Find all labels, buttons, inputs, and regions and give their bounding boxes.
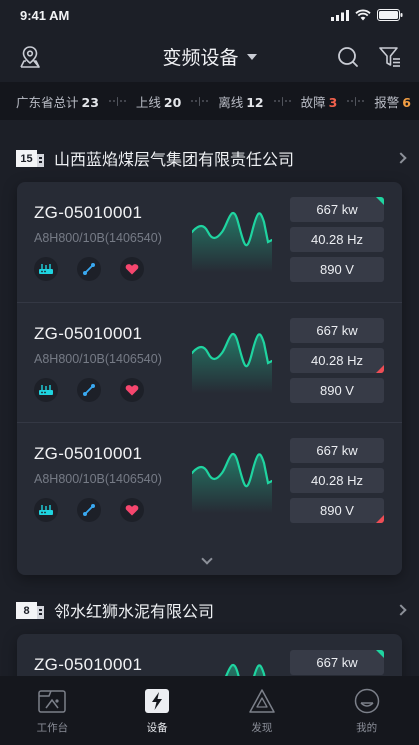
status-indicators [331, 9, 403, 21]
tab-profile[interactable]: 我的 [314, 676, 419, 745]
chevron-right-icon[interactable] [395, 604, 407, 616]
device-id: ZG-05010001 [34, 324, 143, 343]
power-readout: 667 kw [290, 318, 384, 343]
company-badge: 8 [16, 600, 44, 620]
summary-alarm[interactable]: 报警 6 [374, 92, 411, 111]
frequency-readout: 40.28 Hz [290, 227, 384, 252]
heart-icon [120, 378, 144, 402]
search-icon[interactable] [335, 44, 361, 70]
tab-workbench[interactable]: 工作台 [0, 676, 105, 745]
heart-icon [120, 498, 144, 522]
company-name: 山西蓝焰煤层气集团有限责任公司 [54, 150, 295, 169]
company-header[interactable]: 8 邻水红狮水泥有限公司 [0, 592, 419, 628]
page-title: 变频设备 [162, 46, 239, 69]
tab-profile-label: 我的 [356, 722, 378, 734]
discover-icon [249, 689, 275, 713]
summary-fault[interactable]: 故障 3 [301, 92, 338, 111]
waveform-chart [192, 212, 272, 272]
device-model: A8H800/10B(1406540) [34, 231, 162, 245]
tab-discover-label: 发现 [251, 722, 273, 734]
summary-separator [347, 96, 365, 106]
summary-online[interactable]: 上线 20 [136, 92, 181, 111]
heart-icon [120, 257, 144, 281]
status-bar: 9:41 AM [0, 0, 419, 30]
summary-online-count: 20 [163, 94, 182, 110]
summary-bar: 广东省总计 23 上线 20 离线 12 故障 3 报警 6 [0, 82, 419, 120]
wifi-icon [355, 9, 371, 21]
summary-separator [273, 96, 291, 106]
building-icon [37, 154, 44, 167]
chevron-right-icon[interactable] [395, 152, 407, 164]
voltage-readout: 890 V [290, 257, 384, 282]
voltage-readout: 890 V [290, 498, 384, 523]
summary-alarm-count: 6 [402, 94, 411, 110]
device-model: A8H800/10B(1406540) [34, 472, 162, 486]
summary-total[interactable]: 广东省总计 23 [16, 92, 99, 111]
link-icon [77, 378, 101, 402]
company-device-count: 15 [16, 150, 37, 167]
filter-icon[interactable] [377, 44, 403, 70]
company-device-count: 8 [16, 602, 37, 619]
tab-workbench-label: 工作台 [36, 722, 69, 734]
summary-separator [191, 96, 209, 106]
link-icon [77, 498, 101, 522]
voltage-readout: 890 V [290, 378, 384, 403]
workbench-icon [38, 690, 67, 713]
frequency-readout: 40.28 Hz [290, 468, 384, 493]
device-card: ZG-05010001 A8H800/10B(1406540) 667 kw 4… [17, 182, 402, 575]
location-icon[interactable] [17, 44, 43, 70]
frequency-readout: 40.28 Hz [290, 348, 384, 373]
router-icon [34, 498, 58, 522]
summary-separator [108, 96, 126, 106]
device-status-icons [34, 378, 144, 402]
status-flag-green [376, 650, 384, 658]
device-model: A8H800/10B(1406540) [34, 352, 162, 366]
status-flag-red [376, 515, 384, 523]
nav-bar: 变频设备 [0, 30, 419, 82]
company-badge: 15 [16, 148, 44, 168]
summary-offline[interactable]: 离线 12 [218, 92, 263, 111]
status-flag-red [376, 365, 384, 373]
power-readout: 667 kw [290, 650, 384, 675]
device-icon [145, 689, 170, 713]
battery-icon [377, 9, 403, 21]
summary-total-count: 23 [81, 94, 99, 110]
power-readout: 667 kw [290, 438, 384, 463]
power-readout: 667 kw [290, 197, 384, 222]
device-status-icons [34, 498, 144, 522]
router-icon [34, 378, 58, 402]
signal-icon [331, 9, 349, 21]
device-row[interactable]: ZG-05010001 A8H800/10B(1406540) 667 kw 4… [17, 302, 402, 422]
status-time: 9:41 AM [20, 7, 70, 23]
waveform-chart [192, 333, 272, 393]
company-name: 邻水红狮水泥有限公司 [54, 602, 215, 621]
bottom-tab-bar: 工作台 设备 发现 我的 [0, 676, 419, 745]
summary-offline-count: 12 [246, 94, 264, 110]
profile-icon [354, 688, 379, 714]
link-icon [77, 257, 101, 281]
device-row[interactable]: ZG-05010001 A8H800/10B(1406540) 667 kw 4… [17, 422, 402, 542]
device-id: ZG-05010001 [34, 655, 143, 674]
status-flag-green [376, 197, 384, 205]
tab-discover[interactable]: 发现 [210, 676, 315, 745]
caret-down-icon [246, 54, 257, 60]
device-row[interactable]: ZG-05010001 A8H800/10B(1406540) 667 kw 4… [17, 182, 402, 302]
device-status-icons [34, 257, 144, 281]
tab-device[interactable]: 设备 [105, 676, 210, 745]
summary-fault-count: 3 [328, 94, 338, 110]
tab-device-label: 设备 [146, 722, 168, 734]
device-id: ZG-05010001 [34, 203, 143, 222]
company-header[interactable]: 15 山西蓝焰煤层气集团有限责任公司 [0, 140, 419, 176]
building-icon [37, 606, 44, 619]
device-id: ZG-05010001 [34, 444, 143, 463]
waveform-chart [192, 453, 272, 513]
nav-title-dropdown[interactable]: 变频设备 [162, 43, 257, 70]
expand-chevron-icon[interactable] [201, 553, 213, 565]
router-icon [34, 257, 58, 281]
